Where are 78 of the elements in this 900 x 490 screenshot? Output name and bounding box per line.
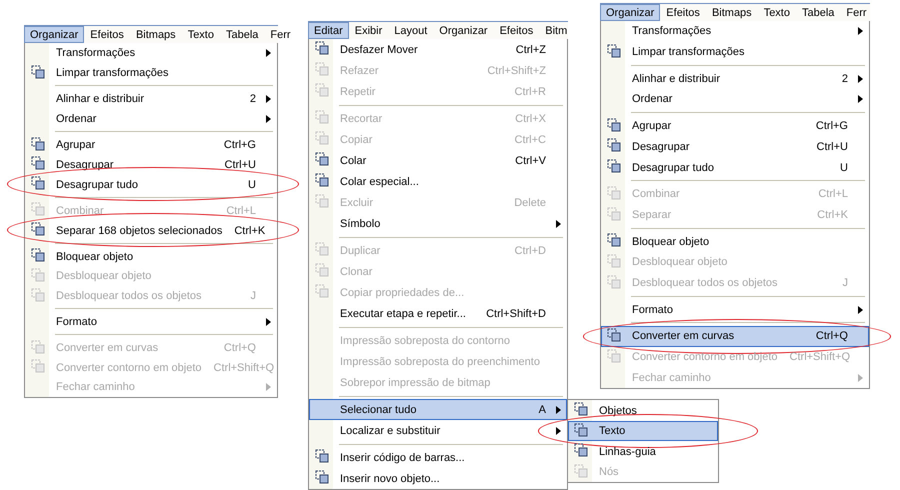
menu-item[interactable]: Localizar e substituir <box>309 420 567 441</box>
shortcut-text: Ctrl+Q <box>814 330 849 342</box>
menu-item[interactable]: Alinhar e distribuir 2 <box>601 68 869 90</box>
menu-item[interactable]: Desagrupar Ctrl+U <box>25 154 277 174</box>
menu-item[interactable]: Agrupar Ctrl+G <box>601 116 869 136</box>
menu-item[interactable]: Bloquear objeto <box>601 231 869 252</box>
shortcut-text: U <box>839 162 849 174</box>
menu-bar-item[interactable]: Bitmaps <box>130 26 182 43</box>
menu-bar-item[interactable]: Tabela <box>796 4 840 21</box>
shortcut-text: Ctrl+G <box>222 139 257 152</box>
menu-item[interactable]: Símbolo <box>309 213 567 234</box>
menu-item[interactable]: Limpar transformações <box>601 42 869 62</box>
shortcut-text: Ctrl+D <box>514 244 547 256</box>
menu-item[interactable]: Transformações <box>25 43 277 63</box>
shortcut-text: Ctrl+L <box>225 204 257 217</box>
shortcut-text: Ctrl+X <box>514 112 547 124</box>
menu-item[interactable]: Formato <box>25 312 277 332</box>
menu-bar-item[interactable]: Exibir <box>348 22 388 39</box>
menu-item[interactable]: Ordenar <box>25 108 277 129</box>
menu-item[interactable]: Desagrupar Ctrl+U <box>601 136 869 158</box>
menu-item[interactable]: Formato <box>601 299 869 320</box>
shortcut-text: J <box>842 277 849 290</box>
menu-item[interactable]: Colar especial... <box>309 171 567 192</box>
shortcut-text: 2 <box>248 92 257 105</box>
menu-bar-item[interactable]: Organizar <box>433 22 494 39</box>
menu-bar-item[interactable]: Bitm <box>539 22 574 39</box>
shortcut-text: Ctrl+U <box>224 158 257 171</box>
shortcut-text: Ctrl+Z <box>514 44 547 56</box>
menu-item[interactable]: Executar etapa e repetir... Ctrl+Shift+D <box>309 303 567 324</box>
shortcut-text: A <box>538 404 547 416</box>
menu-item[interactable]: Texto <box>568 420 718 441</box>
menu-item[interactable]: Converter em curvas Ctrl+Q <box>601 326 869 347</box>
menu-bar-item[interactable]: Ferr <box>840 4 873 21</box>
menu-item[interactable]: Inserir código de barras... <box>309 447 567 468</box>
shortcut-text: Ctrl+G <box>814 120 849 132</box>
menu-item[interactable]: Selecionar tudo A <box>309 399 567 420</box>
menu-bar-item[interactable]: Layout <box>388 22 434 39</box>
shortcut-text: Ctrl+Shift+D <box>485 308 547 320</box>
menu-item[interactable]: Bloquear objeto <box>25 246 277 266</box>
menu-bar-item[interactable]: Efeitos <box>84 26 130 43</box>
menu-item[interactable]: Colar Ctrl+V <box>309 150 567 171</box>
menu-bar-item[interactable]: Tabela <box>220 26 264 43</box>
menu-bar-item[interactable]: Bitmaps <box>706 4 758 21</box>
shortcut-text: J <box>250 290 257 302</box>
shortcut-text: U <box>247 178 257 191</box>
shortcut-text: Ctrl+U <box>816 140 849 153</box>
shortcut-text: Ctrl+K <box>816 209 849 221</box>
menu-item[interactable]: Desagrupar tudo U <box>25 174 277 194</box>
menu-bar-item[interactable]: Organizar <box>600 4 660 21</box>
shortcut-text: Ctrl+Q <box>222 342 257 354</box>
menu-bar-item[interactable]: Efeitos <box>660 4 706 21</box>
menu-bar-item[interactable]: Ferr <box>264 26 297 43</box>
shortcut-text: Ctrl+K <box>233 224 266 237</box>
menu-item[interactable]: Objetos <box>568 400 718 420</box>
menu-item[interactable]: Desfazer Mover Ctrl+Z <box>309 39 567 60</box>
menu-item[interactable]: Inserir novo objeto... <box>309 468 567 489</box>
shortcut-text: 2 <box>840 72 849 85</box>
shortcut-text: Ctrl+Shift+Q <box>788 351 852 364</box>
menu-item[interactable]: Agrupar Ctrl+G <box>25 134 277 154</box>
shortcut-text: Ctrl+L <box>817 188 849 200</box>
menu-item[interactable]: Desagrupar tudo U <box>601 157 869 178</box>
menu-bar-item[interactable]: Efeitos <box>494 22 540 39</box>
menu-item[interactable]: Separar 168 objetos selecionados Ctrl+K <box>25 220 277 240</box>
shortcut-text: Ctrl+Shift+Z <box>486 64 547 76</box>
menu-bar-item[interactable]: Texto <box>182 26 220 43</box>
menu-bar-item[interactable]: Editar <box>308 22 349 39</box>
menu-item[interactable]: Ordenar <box>601 89 869 110</box>
shortcut-text: Ctrl+C <box>514 134 547 146</box>
shortcut-text: Delete <box>513 196 547 208</box>
menu-item[interactable]: Transformações <box>601 21 869 42</box>
menu-item[interactable]: Linhas-guia <box>568 441 718 462</box>
menu-bar-item[interactable]: Texto <box>758 4 796 21</box>
menu-bar-item[interactable]: Organizar <box>24 26 84 43</box>
shortcut-text: Ctrl+R <box>514 86 547 98</box>
menu-item[interactable]: Alinhar e distribuir 2 <box>25 88 277 109</box>
shortcut-text: Ctrl+V <box>514 154 547 166</box>
shortcut-text: Ctrl+Shift+Q <box>212 362 276 374</box>
menu-item[interactable]: Limpar transformações <box>25 62 277 83</box>
